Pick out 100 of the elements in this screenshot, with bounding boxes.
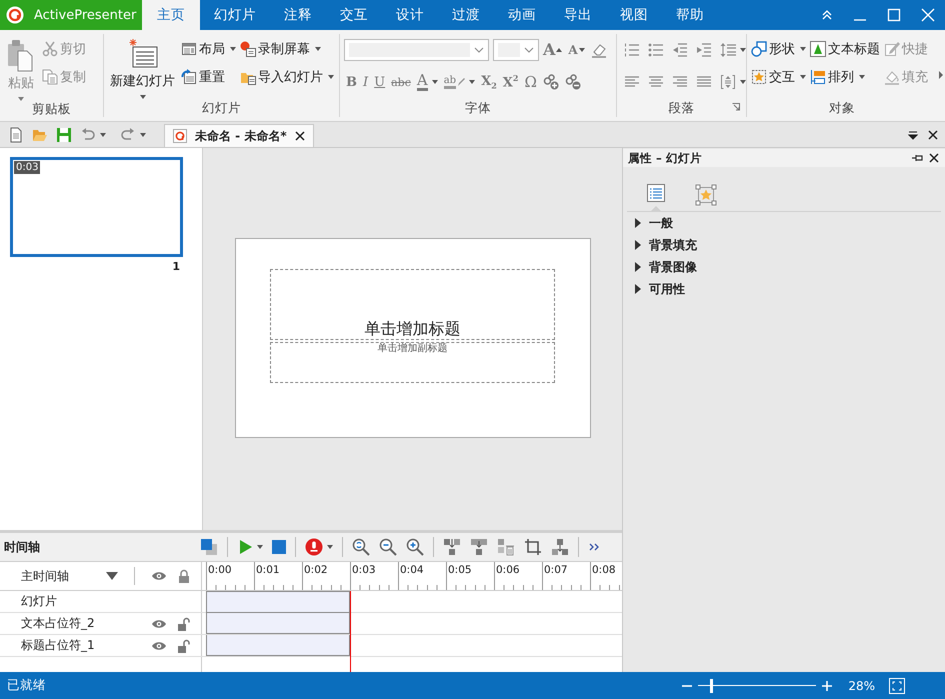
zoom-out-icon[interactable] (379, 538, 397, 556)
lock-icon[interactable] (177, 569, 191, 583)
ribbon-tab[interactable]: 交互 (326, 0, 382, 30)
caret-icon[interactable] (328, 75, 334, 79)
zoom-slider[interactable] (698, 678, 816, 692)
new-file-icon[interactable] (8, 126, 24, 142)
undo-icon[interactable] (80, 126, 96, 142)
unlocked-icon[interactable] (177, 638, 191, 652)
section-header[interactable]: 一般 (623, 212, 945, 234)
timeline-bar[interactable] (206, 591, 350, 613)
ribbon-tab[interactable]: 帮助 (662, 0, 718, 30)
timeline-bar[interactable] (206, 613, 350, 634)
section-header[interactable]: 背景图像 (623, 256, 945, 278)
caret-icon[interactable] (140, 132, 146, 136)
format-button[interactable]: A (568, 44, 578, 56)
insert-time-icon[interactable] (443, 538, 461, 556)
zoom-fit-icon[interactable] (352, 538, 370, 556)
caret-icon[interactable] (859, 75, 865, 79)
close-icon[interactable] (294, 131, 305, 141)
caret-icon[interactable] (740, 80, 746, 84)
maximize-icon[interactable] (887, 8, 901, 22)
ribbon-button[interactable]: 布局 (181, 38, 236, 60)
eye-icon[interactable] (151, 640, 167, 652)
zoom-in-icon[interactable] (822, 680, 832, 690)
caret-icon[interactable] (469, 80, 476, 84)
ribbon-button[interactable]: 形状 (751, 38, 806, 60)
ribbon-button[interactable]: 交互 (751, 66, 806, 88)
close-icon[interactable] (929, 153, 939, 163)
caret-icon[interactable] (740, 48, 746, 52)
caret-icon[interactable] (140, 95, 146, 99)
eye-icon[interactable] (151, 570, 167, 582)
eye-icon[interactable] (151, 618, 167, 630)
line-spacing-icon[interactable] (720, 42, 736, 58)
ribbon-tab[interactable]: 动画 (494, 0, 550, 30)
dropdown-arrow-icon[interactable] (106, 572, 118, 580)
caret-icon[interactable] (257, 545, 263, 549)
numbered-list-icon[interactable] (624, 42, 640, 58)
subtitle-placeholder[interactable]: 单击增加副标题 (270, 342, 555, 383)
properties-tab[interactable] (644, 184, 668, 210)
menu-dropdown-icon[interactable] (908, 130, 918, 140)
ribbon-button[interactable]: 排列 (810, 66, 880, 88)
ribbon-button[interactable]: 重置 (181, 66, 236, 88)
document-tab[interactable]: 未命名 - 未命名* (164, 124, 314, 147)
record-icon[interactable] (305, 538, 323, 556)
ribbon-tab[interactable]: 过渡 (438, 0, 494, 30)
crop-icon[interactable] (524, 538, 542, 556)
dropdown-field[interactable] (493, 39, 539, 61)
bullet-list-icon[interactable] (648, 42, 664, 58)
layers-icon[interactable] (200, 538, 218, 556)
caret-icon[interactable] (230, 47, 236, 51)
dropdown-field[interactable] (344, 39, 489, 61)
format-button[interactable]: B (346, 76, 357, 88)
title-placeholder[interactable]: 单击增加标题 (270, 269, 555, 340)
caret-icon[interactable] (100, 132, 106, 136)
ribbon-button[interactable]: 新建幻灯片 (108, 38, 177, 99)
caret-icon[interactable] (315, 47, 321, 51)
pin-icon[interactable] (911, 153, 923, 163)
caret-icon[interactable] (432, 80, 438, 84)
app-menu-button[interactable]: ActivePresenter (0, 0, 142, 30)
increase-indent-icon[interactable] (696, 42, 712, 58)
more-icon[interactable] (588, 542, 600, 552)
caret-icon[interactable] (800, 47, 806, 51)
format-button[interactable]: U (374, 76, 386, 88)
unlocked-icon[interactable] (177, 616, 191, 630)
section-header[interactable]: 可用性 (623, 278, 945, 300)
dialog-launcher-icon[interactable] (732, 103, 740, 111)
format-button[interactable]: I (363, 76, 368, 88)
scroll-right-icon[interactable] (938, 70, 944, 80)
split-icon[interactable] (470, 538, 488, 556)
format-button[interactable]: A (543, 42, 556, 58)
ribbon-tab[interactable]: 视图 (606, 0, 662, 30)
caret-icon[interactable] (327, 545, 333, 549)
link-remove-icon[interactable] (564, 74, 581, 90)
eraser-icon[interactable] (590, 42, 607, 58)
ribbon-tab[interactable]: 幻灯片 (200, 0, 270, 30)
close-icon[interactable] (928, 130, 938, 140)
format-button[interactable]: ab (444, 76, 456, 88)
link-add-icon[interactable] (542, 74, 559, 90)
ribbon-tab[interactable]: 设计 (382, 0, 438, 30)
format-button[interactable]: abc (391, 76, 411, 88)
decrease-indent-icon[interactable] (672, 42, 688, 58)
slider-thumb[interactable] (710, 678, 714, 692)
format-button[interactable]: X$^{2}$ (502, 74, 518, 90)
format-button[interactable]: Ω (524, 74, 537, 90)
section-header[interactable]: 背景填充 (623, 234, 945, 256)
play-icon[interactable] (237, 539, 253, 555)
format-button[interactable]: X$_{2}$ (481, 74, 497, 90)
ribbon-tab[interactable]: 注释 (270, 0, 326, 30)
timeline-bar[interactable] (206, 635, 350, 656)
fit-to-window-icon[interactable] (889, 678, 905, 694)
zoom-in-icon[interactable] (406, 538, 424, 556)
redo-icon[interactable] (120, 126, 136, 142)
slide-thumbnail[interactable]: 0:03 (10, 157, 183, 257)
format-button[interactable]: A (416, 73, 428, 91)
paragraph-spacing-icon[interactable] (720, 74, 736, 90)
ribbon-tab[interactable]: 导出 (550, 0, 606, 30)
ribbon-button[interactable]: 导入幻灯片 (240, 66, 334, 88)
extend-icon[interactable] (551, 538, 569, 556)
ribbon-button[interactable]: 文本标题 (810, 38, 880, 60)
caret-icon[interactable] (800, 75, 806, 79)
